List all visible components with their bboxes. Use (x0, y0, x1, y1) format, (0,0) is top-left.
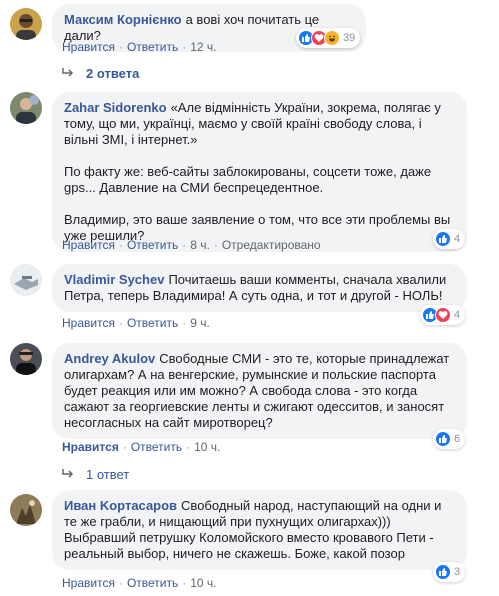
comment-actions: Нравится · Ответить · 12 ч. (62, 40, 217, 54)
comment-author[interactable]: Иван Kортасаров (64, 498, 177, 513)
haha-icon (324, 30, 340, 46)
reaction-summary[interactable]: 3 (433, 562, 466, 582)
like-link[interactable]: Нравится (62, 440, 119, 454)
comment-actions: Нравится · Ответить · 10 ч. (62, 440, 220, 454)
love-icon (435, 307, 451, 323)
separator: · (182, 316, 187, 330)
reaction-summary[interactable]: 39 (296, 28, 361, 48)
avatar[interactable] (10, 264, 42, 296)
reply-link[interactable]: Ответить (127, 576, 178, 590)
reply-arrow-icon (62, 467, 76, 482)
comment-author[interactable]: Zahar Sidorenko (64, 100, 167, 115)
comment-text: По факту же: веб-сайты заблокированы, со… (64, 164, 432, 195)
comment-time[interactable]: 10 ч. (190, 576, 216, 590)
reaction-count: 6 (454, 433, 461, 445)
edited-label: Отредактировано (221, 238, 321, 252)
reply-link[interactable]: Ответить (127, 40, 178, 54)
replies-count[interactable]: 1 ответ (86, 467, 129, 482)
replies-count[interactable]: 2 ответа (86, 66, 139, 81)
comment-bubble: Иван Kортасаров Свободный народ, наступаю… (52, 490, 467, 570)
comment-actions: Нравится · Ответить · 9 ч. (62, 316, 210, 330)
like-icon (435, 431, 451, 447)
view-replies-link[interactable]: 1 ответ (62, 467, 129, 482)
comment-bubble: Zahar Sidorenko «Але відмінність України,… (52, 92, 467, 252)
separator: · (122, 440, 127, 454)
comment-author[interactable]: Andrey Akulov (64, 351, 155, 366)
separator: · (182, 40, 187, 54)
reaction-count: 3 (454, 566, 461, 578)
reaction-count: 4 (454, 309, 461, 321)
separator: · (182, 576, 187, 590)
comment-bubble: Vladimir Sychev Почитаешь ваши комменты, … (52, 264, 467, 312)
avatar[interactable] (10, 343, 42, 375)
separator: · (186, 440, 191, 454)
reply-link[interactable]: Ответить (131, 440, 182, 454)
separator: · (182, 238, 187, 252)
reply-link[interactable]: Ответить (127, 316, 178, 330)
comment-author[interactable]: Максим Корнієнко (64, 12, 182, 27)
reaction-summary[interactable]: 4 (420, 305, 466, 325)
view-replies-link[interactable]: 2 ответа (62, 66, 139, 81)
comment-time[interactable]: 10 ч. (194, 440, 220, 454)
reply-link[interactable]: Ответить (127, 238, 178, 252)
separator: · (118, 238, 123, 252)
comment-author[interactable]: Vladimir Sychev (64, 272, 164, 287)
separator: · (118, 316, 123, 330)
avatar[interactable] (10, 494, 42, 526)
avatar[interactable] (10, 8, 42, 40)
comment-bubble: Andrey Akulov Свободные СМИ - это те, кот… (52, 343, 467, 439)
reaction-summary[interactable]: 6 (433, 429, 466, 449)
like-link[interactable]: Нравится (62, 316, 115, 330)
comment-actions: Нравится · Ответить · 10 ч. (62, 576, 217, 590)
reply-arrow-icon (62, 66, 76, 81)
reaction-count: 4 (454, 233, 461, 245)
comment-actions: Нравится · Ответить · 8 ч. · Отредактировано (62, 238, 321, 252)
separator: · (213, 238, 218, 252)
separator: · (118, 40, 123, 54)
reaction-count: 39 (343, 32, 356, 44)
comment-time[interactable]: 8 ч. (190, 238, 210, 252)
reaction-summary[interactable]: 4 (433, 229, 466, 249)
avatar[interactable] (10, 92, 42, 124)
like-icon (435, 231, 451, 247)
like-link[interactable]: Нравится (62, 40, 115, 54)
comment-time[interactable]: 12 ч. (190, 40, 216, 54)
like-icon (435, 564, 451, 580)
like-link[interactable]: Нравится (62, 576, 115, 590)
separator: · (118, 576, 123, 590)
comment-time[interactable]: 9 ч. (190, 316, 210, 330)
like-link[interactable]: Нравится (62, 238, 115, 252)
